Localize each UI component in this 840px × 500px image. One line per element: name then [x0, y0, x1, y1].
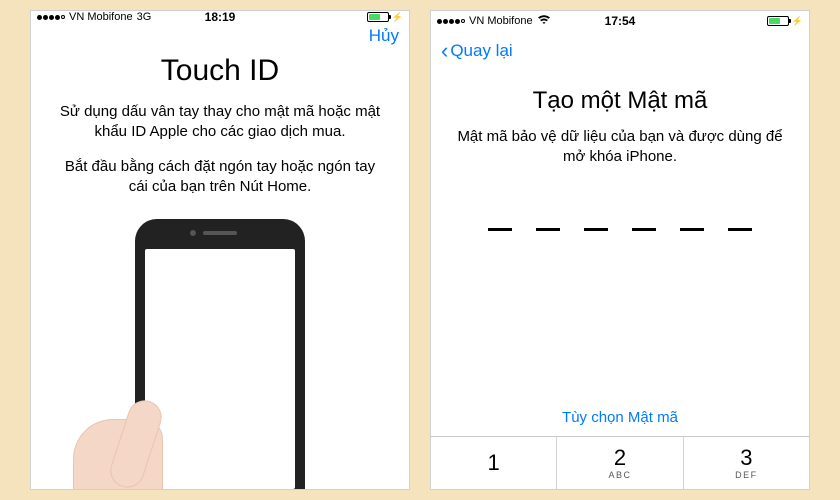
passcode-digit: [728, 228, 752, 231]
key-number: 1: [488, 452, 500, 474]
passcode-digit: [632, 228, 656, 231]
battery-icon: [767, 16, 789, 26]
status-bar: VN Mobifone 3G 18:19 ⚡: [31, 11, 409, 23]
back-button[interactable]: ‹ Quay lại: [441, 40, 513, 62]
status-bar: VN Mobifone 17:54 ⚡: [431, 11, 809, 31]
passcode-input: [488, 228, 752, 231]
numeric-keypad: 1 2 ABC 3 DEF: [431, 436, 809, 489]
passcode-digit: [488, 228, 512, 231]
clock: 17:54: [431, 14, 809, 28]
passcode-digit: [536, 228, 560, 231]
battery-icon: [367, 12, 389, 22]
page-title: Tạo một Mật mã: [533, 87, 708, 115]
clock: 18:19: [31, 10, 409, 24]
chevron-left-icon: ‹: [441, 40, 448, 62]
key-number: 2: [614, 447, 626, 469]
key-number: 3: [740, 447, 752, 469]
nav-bar: Hủy: [31, 23, 409, 48]
back-label: Quay lại: [450, 41, 512, 61]
passcode-digit: [584, 228, 608, 231]
keypad-key-1[interactable]: 1: [431, 437, 556, 489]
page-title: Touch ID: [161, 54, 279, 88]
iphone-illustration: [55, 219, 385, 489]
keypad-key-2[interactable]: 2 ABC: [557, 437, 682, 489]
description-text: Mật mã bảo vệ dữ liệu của bạn và được dù…: [455, 127, 785, 168]
passcode-options-button[interactable]: Tùy chọn Mật mã: [431, 397, 809, 436]
description-text: Sử dụng dấu vân tay thay cho mật mã hoặc…: [55, 102, 385, 143]
instruction-text: Bắt đầu bằng cách đặt ngón tay hoặc ngón…: [55, 157, 385, 198]
hand-icon: [79, 319, 169, 490]
key-letters: ABC: [608, 470, 631, 480]
touch-id-setup-screen: VN Mobifone 3G 18:19 ⚡ Hủy Touch ID Sử d…: [30, 10, 410, 490]
passcode-digit: [680, 228, 704, 231]
cancel-button[interactable]: Hủy: [369, 26, 399, 46]
passcode-setup-screen: VN Mobifone 17:54 ⚡ ‹ Quay lại Tạo một M…: [430, 10, 810, 490]
nav-bar: ‹ Quay lại: [431, 31, 809, 71]
keypad-key-3[interactable]: 3 DEF: [684, 437, 809, 489]
key-letters: DEF: [735, 470, 758, 480]
